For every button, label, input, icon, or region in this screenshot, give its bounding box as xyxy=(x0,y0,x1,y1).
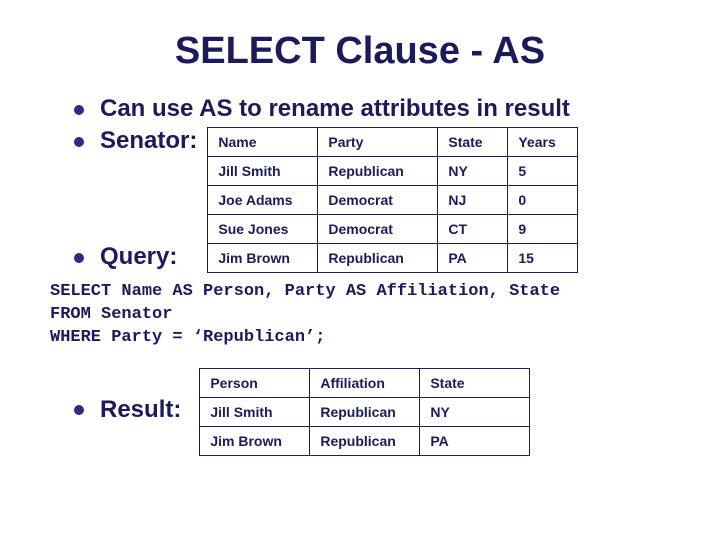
table-row: Jim Brown Republican PA 15 xyxy=(208,244,578,273)
code-line: SELECT Name AS Person, Party AS Affiliat… xyxy=(50,281,680,304)
bullet-icon xyxy=(74,253,84,263)
cell: Republican xyxy=(310,426,420,455)
col-header: Years xyxy=(508,128,578,157)
result-label: Result: xyxy=(100,396,181,424)
query-label: Query: xyxy=(100,243,177,271)
cell: PA xyxy=(420,426,530,455)
table-row: Joe Adams Democrat NJ 0 xyxy=(208,186,578,215)
cell: Jim Brown xyxy=(200,426,310,455)
cell: Republican xyxy=(310,397,420,426)
cell: NJ xyxy=(438,186,508,215)
cell: NY xyxy=(420,397,530,426)
cell: 5 xyxy=(508,157,578,186)
col-header: Affiliation xyxy=(310,368,420,397)
table-row: Person Affiliation State xyxy=(200,368,530,397)
code-line: FROM Senator xyxy=(50,304,680,327)
cell: Jill Smith xyxy=(208,157,318,186)
bullet-text-1: Can use AS to rename attributes in resul… xyxy=(100,95,570,123)
bullet-icon xyxy=(74,405,84,415)
table-row: Sue Jones Democrat CT 9 xyxy=(208,215,578,244)
bullet-icon xyxy=(74,137,84,147)
cell: 0 xyxy=(508,186,578,215)
cell: 9 xyxy=(508,215,578,244)
col-header: Person xyxy=(200,368,310,397)
cell: Republican xyxy=(318,157,438,186)
query-code: SELECT Name AS Person, Party AS Affiliat… xyxy=(50,281,680,350)
cell: Democrat xyxy=(318,186,438,215)
col-header: State xyxy=(420,368,530,397)
table-row: Jill Smith Republican NY xyxy=(200,397,530,426)
cell: PA xyxy=(438,244,508,273)
senator-table: Name Party State Years Jill Smith Republ… xyxy=(207,127,578,273)
code-line: WHERE Party = ‘Republican’; xyxy=(50,327,680,350)
cell: Jill Smith xyxy=(200,397,310,426)
col-header: Name xyxy=(208,128,318,157)
senator-label: Senator: xyxy=(100,127,197,155)
cell: Jim Brown xyxy=(208,244,318,273)
table-row: Jim Brown Republican PA xyxy=(200,426,530,455)
cell: CT xyxy=(438,215,508,244)
result-row: Result: Person Affiliation State Jill Sm… xyxy=(40,368,680,456)
table-row: Name Party State Years xyxy=(208,128,578,157)
result-table: Person Affiliation State Jill Smith Repu… xyxy=(199,368,530,456)
cell: Joe Adams xyxy=(208,186,318,215)
cell: 15 xyxy=(508,244,578,273)
bullet-icon xyxy=(74,105,84,115)
cell: Sue Jones xyxy=(208,215,318,244)
slide-title: SELECT Clause - AS xyxy=(40,30,680,73)
col-header: Party xyxy=(318,128,438,157)
bullet-line-1: Can use AS to rename attributes in resul… xyxy=(40,95,680,123)
cell: Democrat xyxy=(318,215,438,244)
table-row: Jill Smith Republican NY 5 xyxy=(208,157,578,186)
cell: NY xyxy=(438,157,508,186)
cell: Republican xyxy=(318,244,438,273)
col-header: State xyxy=(438,128,508,157)
